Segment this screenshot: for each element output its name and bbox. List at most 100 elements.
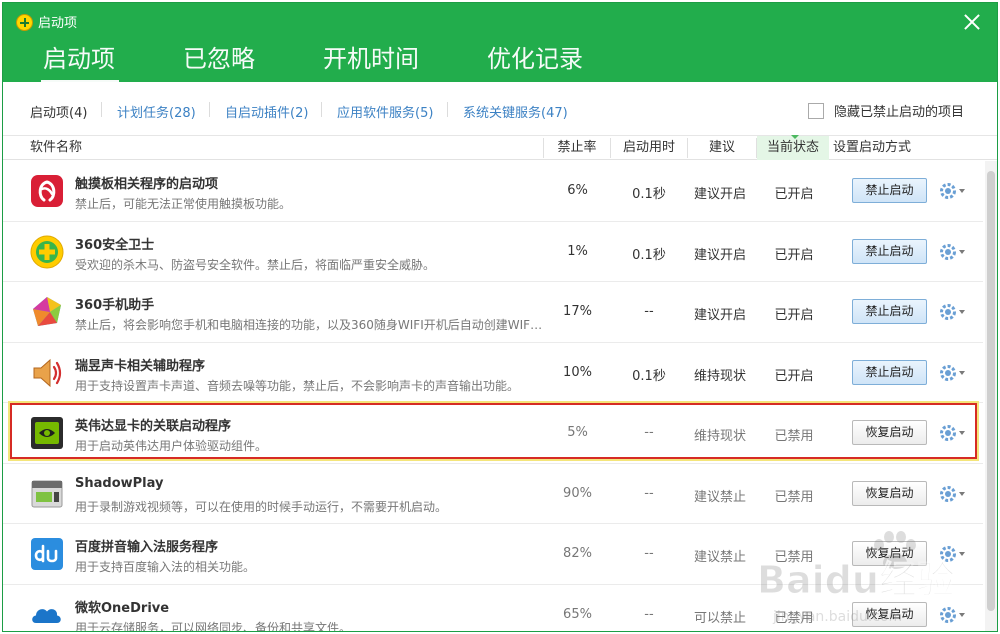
row-suggestion: 维持现状 — [693, 429, 746, 444]
restore-startup-button[interactable]: 恢复启动 — [852, 480, 927, 506]
row-startup-time: -- — [644, 425, 654, 440]
row-disable-rate: 82% — [563, 546, 592, 561]
row-name: 瑞昱声卡相关辅助程序 — [75, 358, 206, 374]
row-name: 微软OneDrive — [75, 600, 170, 616]
subtab-system-services[interactable]: 系统关键服务(47) — [463, 102, 568, 121]
disable-startup-button[interactable]: 禁止启动 — [852, 299, 927, 324]
row-startup-time: 0.1秒 — [632, 368, 666, 384]
row-suggestion: 维持现状 — [693, 368, 746, 384]
scrollbar-thumb[interactable] — [987, 171, 995, 611]
table-row: 触摸板相关程序的启动项 禁止后，可能无法正常使用触摸板功能。 6% 0.1秒 建… — [3, 161, 983, 222]
gear-dropdown-icon[interactable] — [938, 484, 966, 504]
row-name: 英伟达显卡的关联启动程序 — [75, 419, 232, 434]
row-description: 禁止后，将会影响您手机和电脑相连接的功能，以及360随身WIFI开机后自动创建W… — [75, 318, 543, 332]
row-suggestion: 可以禁止 — [693, 610, 746, 626]
row-suggestion: 建议开启 — [693, 308, 746, 323]
row-description: 受欢迎的杀木马、防盗号安全软件。禁止后，将面临严重安全威胁。 — [75, 257, 436, 272]
row-status: 已禁用 — [774, 429, 814, 444]
restore-startup-button[interactable]: 恢复启动 — [852, 541, 927, 566]
table-row: 瑞昱声卡相关辅助程序 用于支持设置声卡声道、音频去噪等功能，禁止后，不会影响声卡… — [3, 343, 983, 403]
row-status: 已开启 — [774, 308, 814, 323]
row-status: 已禁用 — [774, 489, 814, 505]
nvidia-icon — [31, 417, 63, 449]
row-startup-time: 0.1秒 — [632, 247, 666, 263]
row-status: 已开启 — [774, 247, 814, 263]
shadowplay-icon — [31, 480, 63, 507]
subtab-divider — [101, 102, 102, 117]
hide-disabled-label: 隐藏已禁止启动的项目 — [833, 105, 964, 120]
row-disable-rate: 90% — [563, 485, 592, 501]
gear-dropdown-icon[interactable] — [938, 181, 966, 201]
row-startup-time: 0.1秒 — [632, 187, 666, 202]
tab-startup[interactable]: 启动项 — [31, 37, 127, 82]
disable-startup-button[interactable]: 禁止启动 — [852, 238, 927, 264]
subtab-divider — [209, 102, 210, 117]
gear-dropdown-icon[interactable] — [938, 605, 966, 625]
table-header: 软件名称 禁止率 启动用时 建议 当前状态 设置启动方式 — [3, 135, 997, 160]
col-disable-rate[interactable]: 禁止率 — [544, 136, 610, 160]
speaker-icon — [33, 358, 62, 387]
row-disable-rate: 65% — [563, 606, 592, 622]
row-suggestion: 建议禁止 — [693, 489, 746, 505]
restore-startup-button[interactable]: 恢复启动 — [852, 420, 927, 445]
disable-startup-button[interactable]: 禁止启动 — [852, 359, 927, 385]
row-name: 百度拼音输入法服务程序 — [75, 540, 219, 555]
row-suggestion: 建议禁止 — [693, 550, 746, 565]
disable-startup-button[interactable]: 禁止启动 — [852, 178, 927, 203]
360-mobile-icon — [33, 297, 61, 326]
table-row: 微软OneDrive 用于云存储服务，可以网络同步、备份和共享文件。 65% -… — [3, 585, 983, 632]
row-disable-rate: 17% — [563, 304, 592, 319]
subtab-autostart-plugins[interactable]: 自启动插件(2) — [225, 102, 308, 121]
row-description: 用于支持百度输入法的相关功能。 — [75, 560, 256, 574]
gear-dropdown-icon[interactable] — [938, 363, 966, 383]
table-row: ShadowPlay 用于录制游戏视频等，可以在使用的时候手动运行，不需要开机启… — [3, 464, 983, 524]
col-startup-time[interactable]: 启动用时 — [611, 136, 687, 160]
col-suggestion[interactable]: 建议 — [688, 136, 756, 160]
close-icon[interactable] — [961, 11, 983, 33]
row-disable-rate: 10% — [563, 364, 592, 380]
title-bar: 启动项 启动项 已忽略 开机时间 优化记录 — [3, 3, 997, 82]
startup-list: 触摸板相关程序的启动项 禁止后，可能无法正常使用触摸板功能。 6% 0.1秒 建… — [3, 161, 983, 632]
gear-dropdown-icon[interactable] — [938, 242, 966, 262]
360-safe-icon — [30, 235, 64, 268]
subtab-app-services[interactable]: 应用软件服务(5) — [337, 102, 433, 121]
subtab-divider — [321, 102, 322, 117]
row-description: 用于云存储服务，可以网络同步、备份和共享文件。 — [75, 620, 352, 632]
gear-dropdown-icon[interactable] — [938, 544, 966, 564]
gear-dropdown-icon[interactable] — [938, 302, 966, 322]
row-startup-time: -- — [644, 304, 654, 319]
tab-boot-time[interactable]: 开机时间 — [311, 37, 431, 80]
subtab-startup-items[interactable]: 启动项(4) — [30, 102, 87, 121]
vertical-scrollbar[interactable] — [985, 161, 997, 631]
table-row: 英伟达显卡的关联启动程序 用于启动英伟达用户体验驱动组件。 5% -- 维持现状… — [3, 403, 983, 464]
row-name: ShadowPlay — [75, 475, 164, 491]
row-name: 触摸板相关程序的启动项 — [75, 177, 219, 192]
sub-tab-bar: 启动项(4) 计划任务(28) 自启动插件(2) 应用软件服务(5) 系统关键服… — [3, 82, 997, 136]
touchpad-app-icon — [31, 175, 63, 207]
window-title: 启动项 — [38, 16, 78, 31]
row-disable-rate: 5% — [567, 425, 588, 440]
subtab-divider — [447, 102, 448, 117]
hide-disabled-checkbox[interactable] — [807, 102, 824, 119]
row-suggestion: 建议开启 — [693, 247, 746, 263]
tab-optimize-log[interactable]: 优化记录 — [475, 37, 595, 80]
gear-dropdown-icon[interactable] — [938, 423, 966, 443]
row-startup-time: -- — [644, 606, 654, 622]
subtab-scheduled-tasks[interactable]: 计划任务(28) — [117, 102, 196, 121]
row-disable-rate: 6% — [567, 183, 588, 198]
row-description: 禁止后，可能无法正常使用触摸板功能。 — [75, 197, 292, 211]
row-startup-time: -- — [644, 546, 654, 561]
col-current-status[interactable]: 当前状态 — [757, 135, 829, 160]
table-row: 360安全卫士 受欢迎的杀木马、防盗号安全软件。禁止后，将面临严重安全威胁。 1… — [3, 222, 983, 282]
col-software-name[interactable]: 软件名称 — [30, 136, 82, 160]
col-startup-mode: 设置启动方式 — [833, 140, 912, 155]
restore-startup-button[interactable]: 恢复启动 — [852, 601, 927, 627]
table-row: 360手机助手 禁止后，将会影响您手机和电脑相连接的功能，以及360随身WIFI… — [3, 282, 983, 343]
row-disable-rate: 1% — [567, 243, 588, 259]
row-status: 已禁用 — [774, 550, 814, 565]
main-tabs: 启动项 已忽略 开机时间 优化记录 — [31, 37, 639, 82]
tab-ignored[interactable]: 已忽略 — [171, 37, 267, 80]
baidu-ime-icon — [31, 538, 63, 570]
row-startup-time: -- — [644, 485, 654, 501]
table-row: 百度拼音输入法服务程序 用于支持百度输入法的相关功能。 82% -- 建议禁止 … — [3, 524, 983, 585]
